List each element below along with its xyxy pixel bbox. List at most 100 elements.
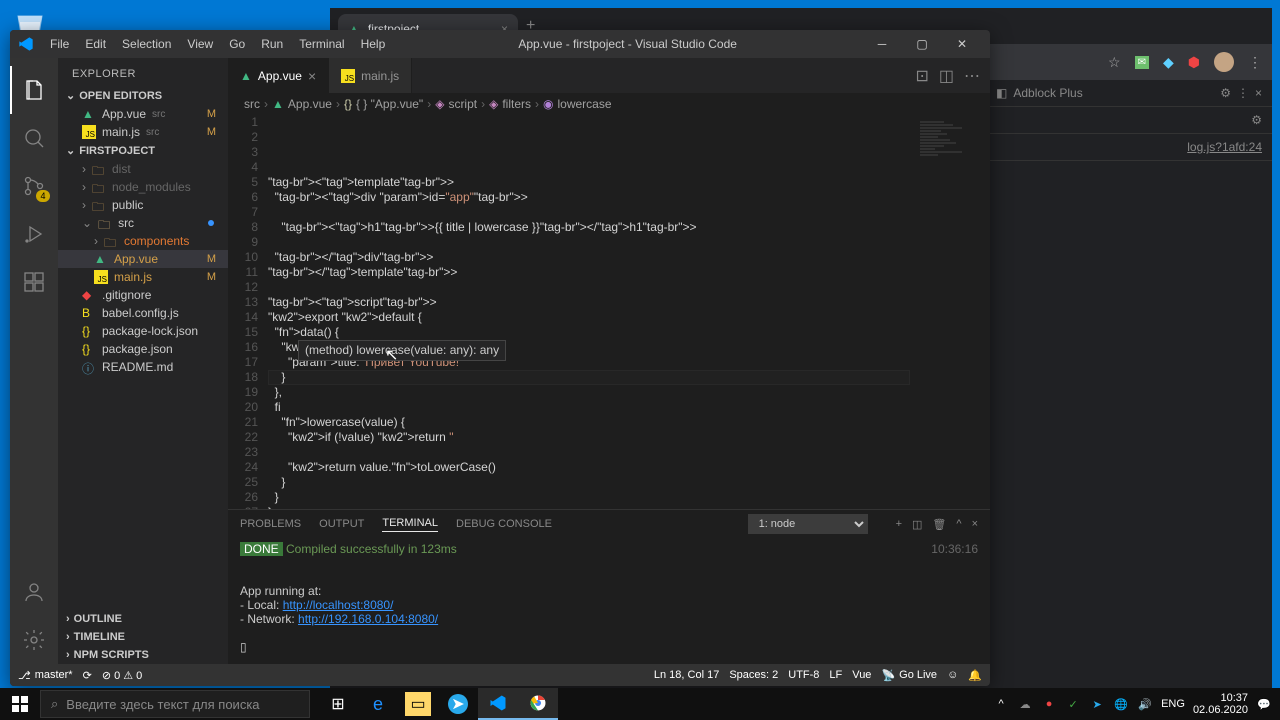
go-live[interactable]: 📡 Go Live [881, 669, 937, 682]
close-icon[interactable]: × [972, 518, 978, 531]
project-section[interactable]: FIRSTPOJECT [58, 141, 228, 160]
settings-activity[interactable] [10, 616, 58, 664]
menu-icon[interactable]: ⋮ [1248, 54, 1262, 71]
file-item[interactable]: ⓘREADME.md [58, 358, 228, 376]
taskbar-search[interactable]: ⌕ Введите здесь текст для поиска [40, 690, 310, 718]
npm-scripts-section[interactable]: NPM SCRIPTS [58, 646, 228, 664]
folder-item[interactable]: 🗀src [58, 214, 228, 232]
debug-activity[interactable] [10, 210, 58, 258]
taskbar-clock[interactable]: 10:37 02.06.2020 [1193, 692, 1248, 716]
timeline-section[interactable]: TIMELINE [58, 628, 228, 646]
source-control-activity[interactable]: 4 [10, 162, 58, 210]
explorer-activity[interactable] [10, 66, 58, 114]
folder-item[interactable]: 🗀dist [58, 160, 228, 178]
source-link[interactable]: log.js?1afd:24 [1187, 140, 1262, 154]
minimize-button[interactable]: ─ [862, 30, 902, 58]
taskbar-chrome[interactable] [518, 688, 558, 720]
tray-antivirus[interactable]: ✓ [1065, 696, 1081, 712]
maximize-button[interactable]: ▢ [902, 30, 942, 58]
terminal-output[interactable]: DONE Compiled successfully in 123ms10:36… [228, 538, 990, 664]
open-editors-section[interactable]: OPEN EDITORS [58, 86, 228, 105]
avatar[interactable] [1214, 52, 1234, 72]
menu-view[interactable]: View [179, 37, 221, 51]
file-item[interactable]: {}package-lock.json [58, 322, 228, 340]
eol[interactable]: LF [829, 669, 842, 681]
minimap[interactable] [910, 115, 990, 509]
kill-terminal-icon[interactable]: 🗑 [932, 518, 946, 531]
star-icon[interactable]: ☆ [1108, 54, 1121, 71]
tray-chevron[interactable]: ^ [993, 696, 1009, 712]
adblock-icon[interactable]: ⬢ [1188, 54, 1200, 71]
folder-item[interactable]: 🗀public [58, 196, 228, 214]
more-icon[interactable]: ⋯ [964, 66, 980, 86]
tray-onedrive[interactable]: ☁ [1017, 696, 1033, 712]
split-icon[interactable]: ◫ [939, 66, 954, 86]
new-terminal-icon[interactable]: + [896, 518, 902, 531]
editor-tab[interactable]: ▲App.vue× [228, 58, 329, 93]
terminal-tab[interactable]: TERMINAL [382, 517, 438, 532]
sync-button[interactable]: ⟳ [83, 669, 92, 682]
outline-section[interactable]: OUTLINE [58, 610, 228, 628]
devtools-header: ◧Adblock Plus ⚙ ⋮ × [986, 80, 1272, 107]
taskbar-telegram[interactable]: ➤ [438, 688, 478, 720]
split-terminal-icon[interactable]: ◫ [912, 518, 922, 531]
open-editor-item[interactable]: JS main.js src M [58, 123, 228, 141]
mail-icon[interactable]: ✉ [1135, 56, 1149, 69]
start-button[interactable] [0, 688, 40, 720]
explorer-header: EXPLORER [58, 58, 228, 86]
git-branch[interactable]: ⎇ master* [18, 669, 73, 682]
file-item[interactable]: ◆.gitignore [58, 286, 228, 304]
taskbar-edge[interactable]: e [358, 688, 398, 720]
folder-item[interactable]: 🗀components [58, 232, 228, 250]
taskbar-explorer[interactable]: ▭ [398, 688, 438, 720]
tray-language[interactable]: ENG [1161, 698, 1185, 710]
language-mode[interactable]: Vue [852, 669, 871, 681]
menu-terminal[interactable]: Terminal [291, 37, 352, 51]
output-tab[interactable]: OUTPUT [319, 518, 364, 530]
tray-telegram[interactable]: ➤ [1089, 696, 1105, 712]
taskbar-vscode[interactable] [478, 688, 518, 720]
file-item[interactable]: Bbabel.config.js [58, 304, 228, 322]
wifi-icon[interactable]: ◆ [1163, 54, 1174, 71]
indentation[interactable]: Spaces: 2 [729, 669, 778, 681]
editor-tab[interactable]: JS main.js [329, 58, 412, 93]
menu-go[interactable]: Go [221, 37, 253, 51]
gear-icon[interactable]: ⚙ [1220, 86, 1231, 100]
file-item[interactable]: JSmain.jsM [58, 268, 228, 286]
menu-file[interactable]: File [42, 37, 77, 51]
menu-selection[interactable]: Selection [114, 37, 179, 51]
tray-volume[interactable]: 🔊 [1137, 696, 1153, 712]
terminal-select[interactable]: 1: node [748, 514, 868, 534]
problems-tab[interactable]: PROBLEMS [240, 518, 301, 530]
problems-status[interactable]: ⊘ 0 ⚠ 0 [102, 669, 142, 682]
tray-network[interactable]: 🌐 [1113, 696, 1129, 712]
extensions-activity[interactable] [10, 258, 58, 306]
tray-record[interactable]: ● [1041, 696, 1057, 712]
file-item[interactable]: ▲App.vueM [58, 250, 228, 268]
close-button[interactable]: ✕ [942, 30, 982, 58]
breadcrumbs[interactable]: src› ▲App.vue› {}{ } "App.vue"› ◈script›… [228, 93, 990, 115]
notifications-icon[interactable]: 💬 [1256, 696, 1272, 712]
code-editor[interactable]: 1234567891011121314151617181920212223242… [228, 115, 990, 509]
gear-icon[interactable]: ⚙ [1251, 113, 1262, 127]
title-bar[interactable]: File Edit Selection View Go Run Terminal… [10, 30, 990, 58]
menu-run[interactable]: Run [253, 37, 291, 51]
task-view[interactable]: ⊞ [318, 688, 358, 720]
file-item[interactable]: {}package.json [58, 340, 228, 358]
bell-icon[interactable]: 🔔 [968, 669, 982, 682]
close-icon[interactable]: × [1255, 86, 1262, 100]
feedback-icon[interactable]: ☺ [947, 669, 958, 681]
cursor-position[interactable]: Ln 18, Col 17 [654, 669, 719, 681]
menu-edit[interactable]: Edit [77, 37, 114, 51]
folder-item[interactable]: 🗀node_modules [58, 178, 228, 196]
debug-console-tab[interactable]: DEBUG CONSOLE [456, 518, 552, 530]
accounts-activity[interactable] [10, 568, 58, 616]
diff-icon[interactable]: ⊡ [915, 66, 928, 86]
close-icon[interactable]: × [308, 68, 316, 84]
encoding[interactable]: UTF-8 [788, 669, 819, 681]
maximize-icon[interactable]: ^ [956, 518, 961, 531]
menu-icon[interactable]: ⋮ [1237, 86, 1249, 100]
open-editor-item[interactable]: ▲ App.vue src M [58, 105, 228, 123]
menu-help[interactable]: Help [353, 37, 394, 51]
search-activity[interactable] [10, 114, 58, 162]
